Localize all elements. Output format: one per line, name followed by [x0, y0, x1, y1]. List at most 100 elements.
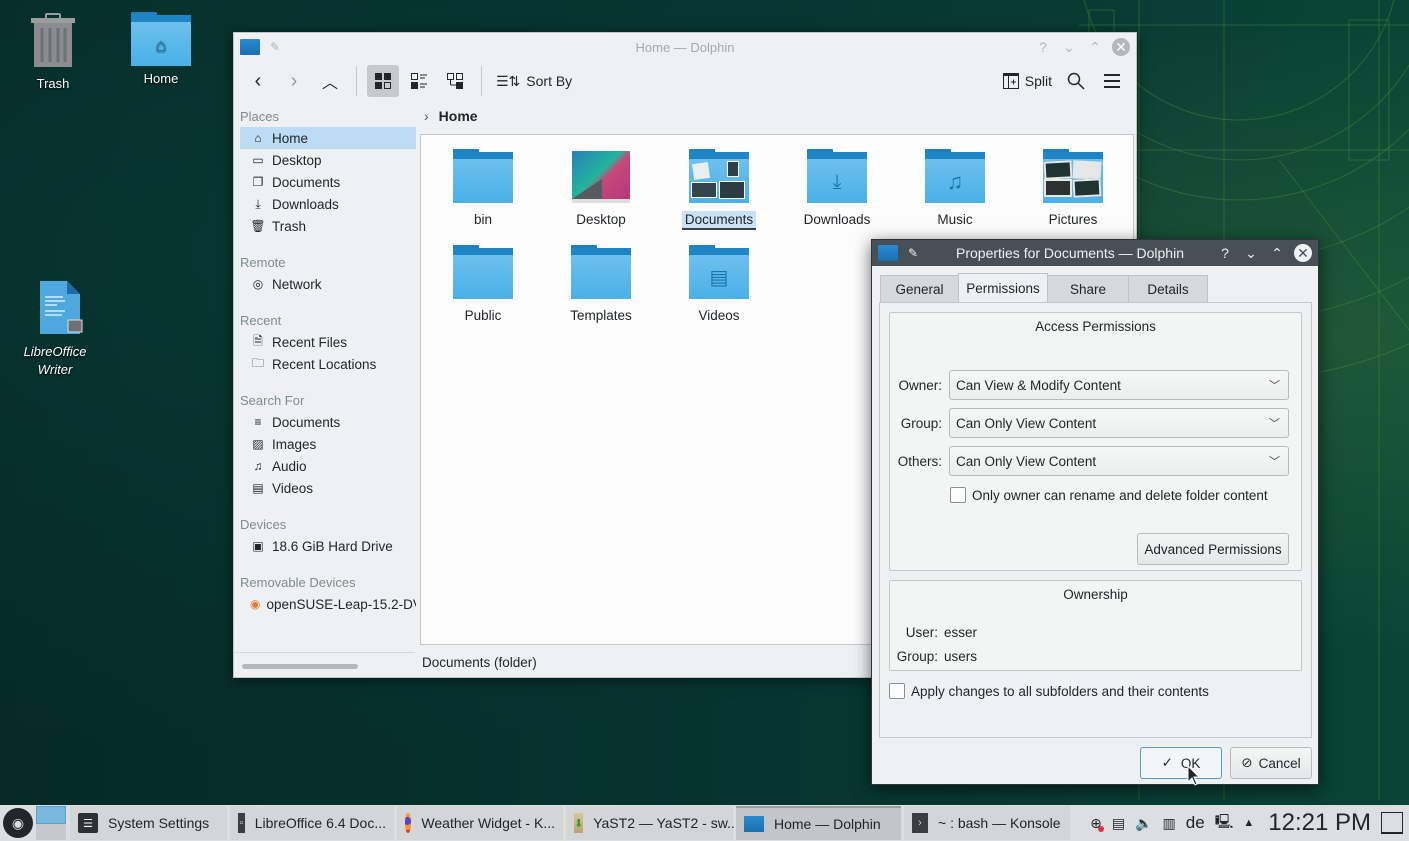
breadcrumb-chevron-icon[interactable]: › — [424, 108, 429, 124]
places-item-desktop[interactable]: ▭ Desktop — [240, 149, 416, 171]
window-titlebar[interactable]: ✎ Home — Dolphin ? ⌄ ⌃ ✕ — [234, 33, 1136, 61]
file-item-bin[interactable]: bin — [428, 135, 538, 228]
places-item-network[interactable]: ◎ Network — [240, 273, 416, 295]
network-connection-icon[interactable]: 🖳 — [1215, 811, 1234, 835]
file-item-music[interactable]: ♫ Music — [900, 135, 1010, 228]
places-item-search-videos[interactable]: ▤ Videos — [240, 477, 416, 499]
task-konsole[interactable]: › ~ : bash — Konsole — [904, 806, 1070, 840]
file-item-desktop[interactable]: Desktop — [546, 135, 656, 228]
trash-icon: 🗑 — [250, 219, 266, 233]
task-system-settings[interactable]: ☰ System Settings — [70, 806, 227, 840]
places-item-trash[interactable]: 🗑 Trash — [240, 215, 416, 237]
compact-view-button[interactable] — [403, 65, 435, 97]
pin-icon[interactable]: ✎ — [270, 40, 280, 54]
task-firefox-weather[interactable]: Weather Widget - K... — [397, 806, 563, 840]
places-item-label: Trash — [272, 218, 307, 234]
only-owner-row[interactable]: Only owner can rename and delete folder … — [950, 487, 1268, 503]
advanced-permissions-button[interactable]: Advanced Permissions — [1137, 533, 1289, 565]
others-row: Others: Can Only View Content ﹀ — [890, 446, 1289, 476]
places-section-title: Removable Devices — [240, 575, 356, 590]
tab-details[interactable]: Details — [1128, 275, 1208, 302]
places-panel: Places ⌂ Home ▭ Desktop ❐ Documents ⤓ Downlo… — [234, 103, 419, 677]
details-view-button[interactable] — [439, 65, 471, 97]
split-view-icon — [1002, 73, 1019, 89]
desktop-icon-trash[interactable]: Trash — [8, 12, 98, 93]
file-item-downloads[interactable]: ⤓ Downloads — [782, 135, 892, 228]
tray-expand-arrow-icon[interactable]: ▲ — [1243, 817, 1254, 829]
application-launcher-button[interactable]: ◉ — [0, 805, 36, 841]
back-button[interactable]: ‹ — [242, 65, 274, 97]
up-button[interactable]: ︿ — [314, 65, 346, 97]
others-permission-select[interactable]: Can Only View Content ﹀ — [949, 446, 1289, 476]
task-dolphin[interactable]: Home — Dolphin — [736, 806, 901, 840]
places-item-search-images[interactable]: ▨ Images — [240, 433, 416, 455]
group-permission-select[interactable]: Can Only View Content ﹀ — [949, 408, 1289, 438]
ok-button[interactable]: ✓ OK — [1140, 747, 1222, 779]
volume-icon[interactable]: 🔈 — [1135, 815, 1152, 832]
places-item-recent-files[interactable]: 🗎 Recent Files — [240, 331, 416, 353]
file-name: Pictures — [1048, 212, 1098, 227]
menu-button[interactable] — [1096, 65, 1128, 97]
forward-icon: › — [290, 69, 298, 92]
split-button[interactable]: Split — [999, 65, 1056, 97]
file-item-templates[interactable]: Templates — [546, 231, 656, 324]
minimize-icon[interactable]: ⌄ — [1060, 38, 1078, 56]
tab-permissions[interactable]: Permissions — [958, 273, 1048, 302]
hamburger-menu-icon — [1104, 74, 1120, 88]
clipboard-icon[interactable]: ▤ — [1112, 815, 1125, 832]
places-item-home[interactable]: ⌂ Home — [240, 127, 416, 149]
show-desktop-button[interactable] — [1381, 812, 1403, 834]
places-item-search-documents[interactable]: ≡ Documents — [240, 411, 416, 433]
clock[interactable]: 12:21 PM — [1268, 809, 1371, 837]
tab-share[interactable]: Share — [1047, 275, 1129, 302]
forward-button[interactable]: › — [278, 65, 310, 97]
keyboard-layout-indicator[interactable]: de — [1186, 813, 1205, 833]
file-item-videos[interactable]: ▤ Videos — [664, 231, 774, 324]
back-icon: ‹ — [254, 69, 262, 92]
sort-by-button[interactable]: ☰⇅ Sort By — [492, 65, 576, 97]
virtual-desktop-pager[interactable] — [36, 806, 66, 840]
breadcrumb-item-home[interactable]: Home — [439, 108, 478, 124]
maximize-icon[interactable]: ⌃ — [1268, 244, 1286, 262]
task-yast[interactable]: ⬇ YaST2 — YaST2 - sw... — [566, 806, 739, 840]
usb-device-icon[interactable]: ▥ — [1163, 815, 1176, 832]
apply-recursive-row[interactable]: Apply changes to all subfolders and thei… — [889, 683, 1209, 699]
places-item-search-audio[interactable]: ♫ Audio — [240, 455, 416, 477]
places-item-downloads[interactable]: ⤓ Downloads — [240, 193, 416, 215]
places-item-recent-locations[interactable]: 🗀 Recent Locations — [240, 353, 416, 375]
search-button[interactable] — [1060, 65, 1092, 97]
dialog-titlebar[interactable]: ✎ Properties for Documents — Dolphin ? ⌄… — [872, 240, 1318, 266]
places-item-documents[interactable]: ❐ Documents — [240, 171, 416, 193]
task-label: System Settings — [108, 815, 210, 831]
folder-icon — [453, 149, 513, 203]
pin-icon[interactable]: ✎ — [908, 246, 918, 260]
places-item-hard-drive[interactable]: ▣ 18.6 GiB Hard Drive — [240, 535, 416, 557]
help-icon[interactable]: ? — [1216, 244, 1234, 262]
file-item-pictures[interactable]: Pictures — [1018, 135, 1128, 228]
icons-view-button[interactable] — [367, 65, 399, 97]
help-icon[interactable]: ? — [1034, 38, 1052, 56]
maximize-icon[interactable]: ⌃ — [1086, 38, 1104, 56]
file-name: bin — [473, 212, 492, 227]
task-libreoffice[interactable]: ▫ LibreOffice 6.4 Doc... — [230, 806, 394, 840]
update-notifier-icon[interactable]: ⊕ — [1090, 815, 1104, 832]
pager-desktop-2[interactable] — [36, 824, 66, 840]
desktop-icon-libreoffice-writer[interactable]: LibreOffice Writer — [10, 280, 100, 379]
places-horizontal-scrollbar[interactable] — [242, 664, 358, 669]
tab-general[interactable]: General — [880, 275, 959, 302]
places-item-dvd[interactable]: ◉ openSUSE-Leap-15.2-DVD — [240, 593, 416, 615]
only-owner-checkbox[interactable] — [950, 487, 966, 503]
libreoffice-writer-icon — [40, 281, 83, 334]
places-item-label: Images — [272, 436, 317, 452]
close-icon[interactable]: ✕ — [1112, 38, 1130, 56]
minimize-icon[interactable]: ⌄ — [1242, 244, 1260, 262]
cancel-icon: ⊘ — [1241, 755, 1253, 770]
pager-desktop-1[interactable] — [36, 806, 66, 824]
apply-recursive-checkbox[interactable] — [889, 683, 905, 699]
desktop-icon-home[interactable]: ⌂ Home — [116, 12, 206, 88]
owner-permission-select[interactable]: Can View & Modify Content ﹀ — [949, 370, 1289, 400]
close-icon[interactable]: ✕ — [1294, 244, 1312, 262]
cancel-button[interactable]: ⊘ Cancel — [1230, 747, 1312, 779]
file-item-documents[interactable]: Documents — [664, 135, 774, 230]
file-item-public[interactable]: Public — [428, 231, 538, 324]
